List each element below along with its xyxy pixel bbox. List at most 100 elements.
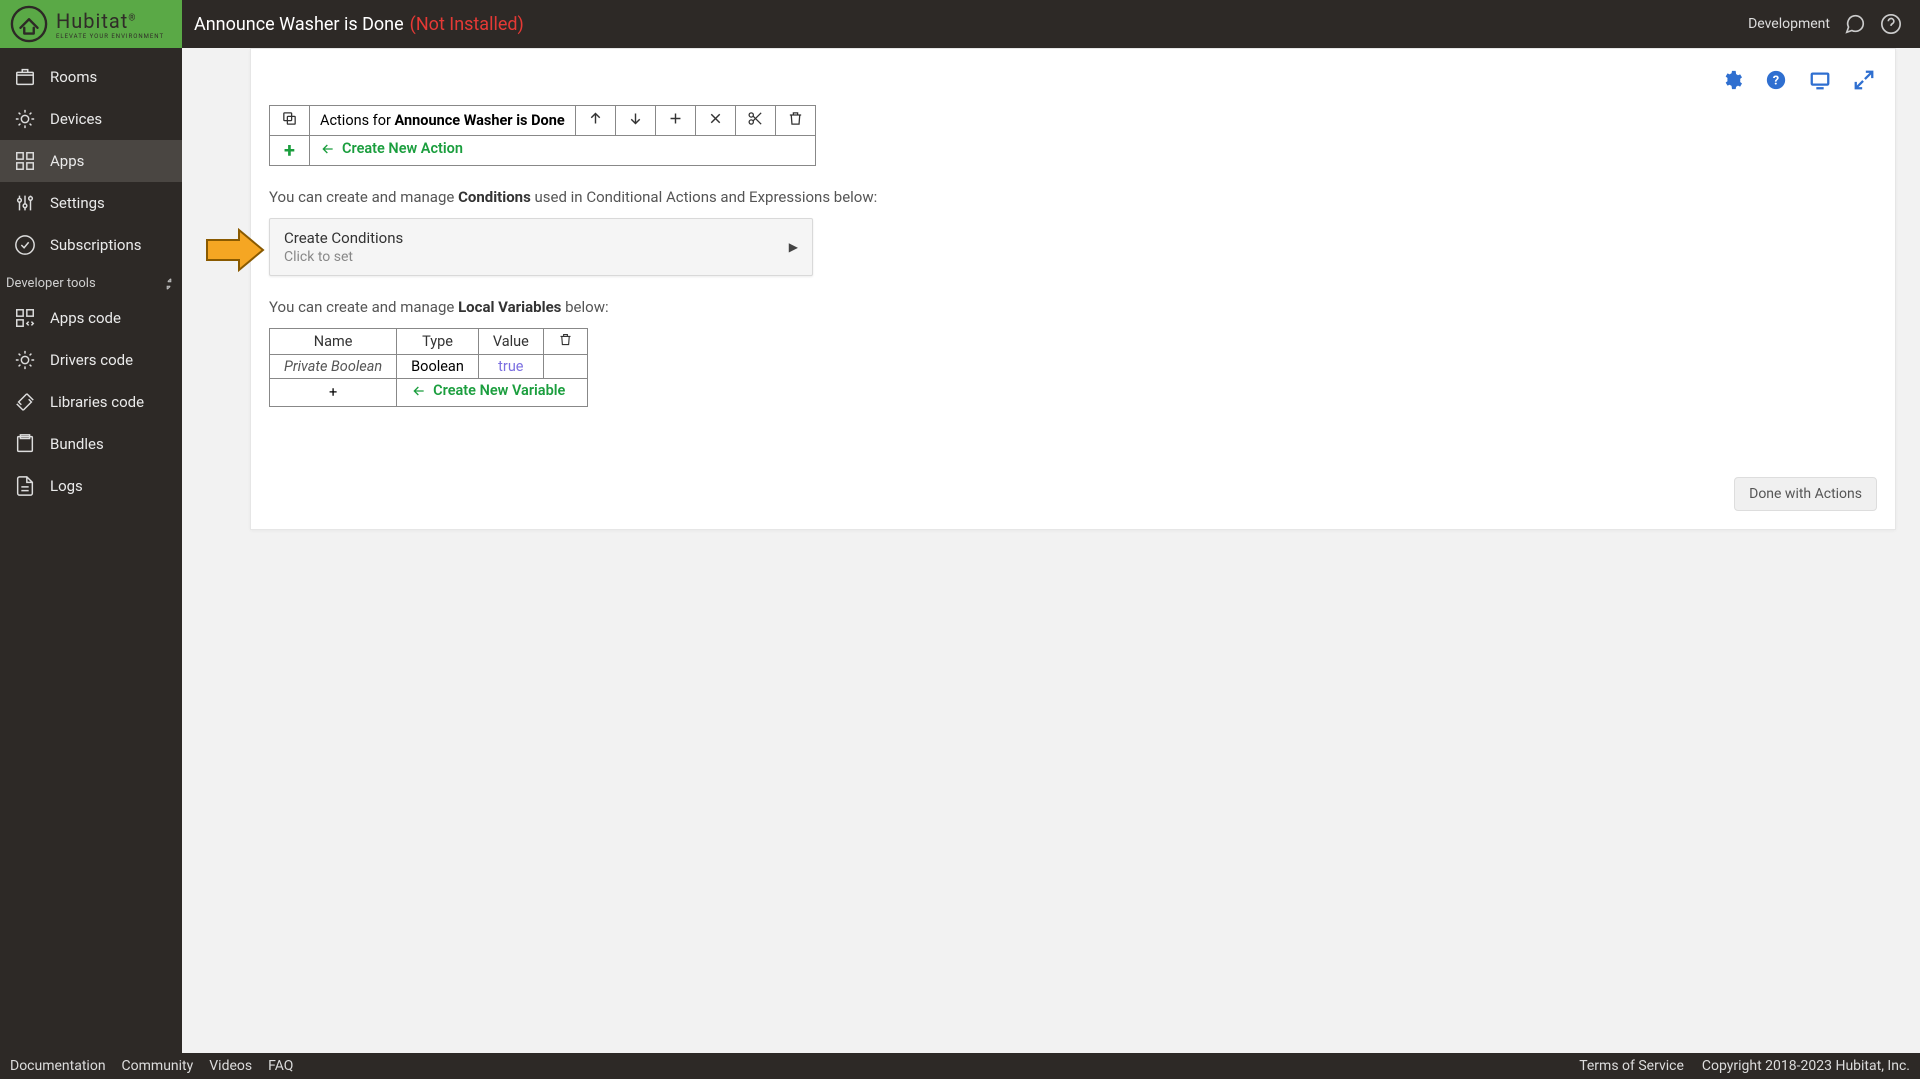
sidebar-item-logs[interactable]: Logs (0, 465, 182, 507)
expand-icon[interactable] (1853, 69, 1875, 91)
create-conditions-button[interactable]: Create Conditions Click to set ▶ (269, 218, 813, 276)
logs-icon (14, 475, 36, 497)
svg-text:?: ? (1773, 74, 1779, 89)
gear-icon[interactable] (1721, 69, 1743, 91)
sidebar-item-label: Rooms (50, 68, 97, 86)
footer-link-faq[interactable]: FAQ (268, 1058, 293, 1074)
insert-button[interactable] (655, 106, 695, 136)
sidebar-item-label: Bundles (50, 435, 104, 453)
sidebar: Rooms Devices Apps Settings Subscription… (0, 48, 182, 1053)
annotation-arrow-icon (205, 228, 265, 272)
hubitat-logo-icon (10, 5, 48, 43)
add-action-button[interactable]: + (270, 136, 310, 166)
sidebar-item-label: Libraries code (50, 393, 144, 411)
arrow-down-icon (627, 110, 644, 127)
delete-button[interactable] (775, 106, 815, 136)
devices-icon (14, 108, 36, 130)
install-status: (Not Installed) (410, 14, 524, 35)
var-header-name: Name (270, 329, 397, 355)
create-variable-label[interactable]: Create New Variable (397, 379, 588, 407)
sidebar-item-rooms[interactable]: Rooms (0, 56, 182, 98)
help-icon[interactable] (1880, 13, 1902, 35)
move-down-button[interactable] (615, 106, 655, 136)
libraries-code-icon (14, 391, 36, 413)
plus-icon (667, 110, 684, 127)
var-delete-cell[interactable] (543, 355, 587, 379)
apps-icon (14, 150, 36, 172)
caret-right-icon: ▶ (789, 240, 798, 254)
rooms-icon (14, 66, 36, 88)
footer: Documentation Community Videos FAQ Terms… (0, 1053, 1920, 1079)
sidebar-item-bundles[interactable]: Bundles (0, 423, 182, 465)
arrow-left-icon (411, 383, 427, 399)
actions-title: Actions for Announce Washer is Done (310, 106, 576, 136)
sidebar-section-developer[interactable]: Developer tools (0, 266, 182, 297)
footer-link-tos[interactable]: Terms of Service (1579, 1058, 1684, 1074)
trash-icon (558, 332, 573, 347)
comment-icon[interactable] (1844, 13, 1866, 35)
actions-table: Actions for Announce Washer is Done + Cr… (269, 105, 816, 166)
sidebar-item-label: Devices (50, 110, 102, 128)
sidebar-item-apps[interactable]: Apps (0, 140, 182, 182)
logo-text: Hubitat® ELEVATE YOUR ENVIRONMENT (56, 9, 164, 40)
sidebar-item-label: Settings (50, 194, 105, 212)
sidebar-item-label: Apps (50, 152, 84, 170)
plus-icon: + (329, 384, 337, 401)
apps-code-icon (14, 307, 36, 329)
screen-icon[interactable] (1809, 69, 1831, 91)
scissors-icon (747, 110, 764, 127)
arrow-left-icon (320, 141, 336, 157)
copy-button[interactable] (270, 106, 310, 136)
variables-table: Name Type Value Private Boolean Boolean … (269, 328, 588, 407)
card-toolbar: ? (269, 63, 1877, 105)
sidebar-item-settings[interactable]: Settings (0, 182, 182, 224)
var-header-delete (543, 329, 587, 355)
x-icon (707, 110, 724, 127)
footer-link-videos[interactable]: Videos (209, 1058, 252, 1074)
move-up-button[interactable] (575, 106, 615, 136)
environment-label: Development (1748, 16, 1830, 32)
footer-copyright: Copyright 2018-2023 Hubitat, Inc. (1702, 1058, 1910, 1074)
copy-icon (281, 110, 298, 127)
sidebar-item-label: Subscriptions (50, 236, 141, 254)
sidebar-item-drivers-code[interactable]: Drivers code (0, 339, 182, 381)
done-with-actions-button[interactable]: Done with Actions (1734, 477, 1877, 511)
sidebar-item-devices[interactable]: Devices (0, 98, 182, 140)
help-circle-icon[interactable]: ? (1765, 69, 1787, 91)
sidebar-item-label: Apps code (50, 309, 121, 327)
footer-link-community[interactable]: Community (122, 1058, 194, 1074)
sidebar-item-label: Drivers code (50, 351, 133, 369)
main: ? Actions for Announce Washer is Done (182, 48, 1920, 1053)
variable-row: Private Boolean Boolean true (270, 355, 588, 379)
sidebar-item-label: Logs (50, 477, 83, 495)
collapse-icon (162, 277, 176, 291)
conditions-title: Create Conditions (284, 229, 403, 247)
trash-icon (787, 110, 804, 127)
var-type: Boolean (397, 355, 479, 379)
subscriptions-icon (14, 234, 36, 256)
sidebar-item-apps-code[interactable]: Apps code (0, 297, 182, 339)
create-action-label[interactable]: Create New Action (310, 136, 816, 166)
var-header-value: Value (478, 329, 543, 355)
var-value[interactable]: true (478, 355, 543, 379)
bundles-icon (14, 433, 36, 455)
footer-link-documentation[interactable]: Documentation (10, 1058, 106, 1074)
add-variable-button[interactable]: + (270, 379, 397, 407)
var-name: Private Boolean (270, 355, 397, 379)
cut-button[interactable] (735, 106, 775, 136)
remove-button[interactable] (695, 106, 735, 136)
conditions-subtitle: Click to set (284, 249, 403, 265)
variables-intro: You can create and manage Local Variable… (269, 298, 1877, 316)
settings-icon (14, 192, 36, 214)
plus-icon: + (284, 138, 295, 162)
page-title: Announce Washer is Done (Not Installed) (194, 14, 524, 35)
arrow-up-icon (587, 110, 604, 127)
topbar: Hubitat® ELEVATE YOUR ENVIRONMENT Announ… (0, 0, 1920, 48)
logo[interactable]: Hubitat® ELEVATE YOUR ENVIRONMENT (0, 0, 182, 48)
sidebar-item-subscriptions[interactable]: Subscriptions (0, 224, 182, 266)
drivers-code-icon (14, 349, 36, 371)
sidebar-item-libraries-code[interactable]: Libraries code (0, 381, 182, 423)
var-header-type: Type (397, 329, 479, 355)
conditions-intro: You can create and manage Conditions use… (269, 188, 1877, 206)
content-card: ? Actions for Announce Washer is Done (250, 48, 1896, 530)
